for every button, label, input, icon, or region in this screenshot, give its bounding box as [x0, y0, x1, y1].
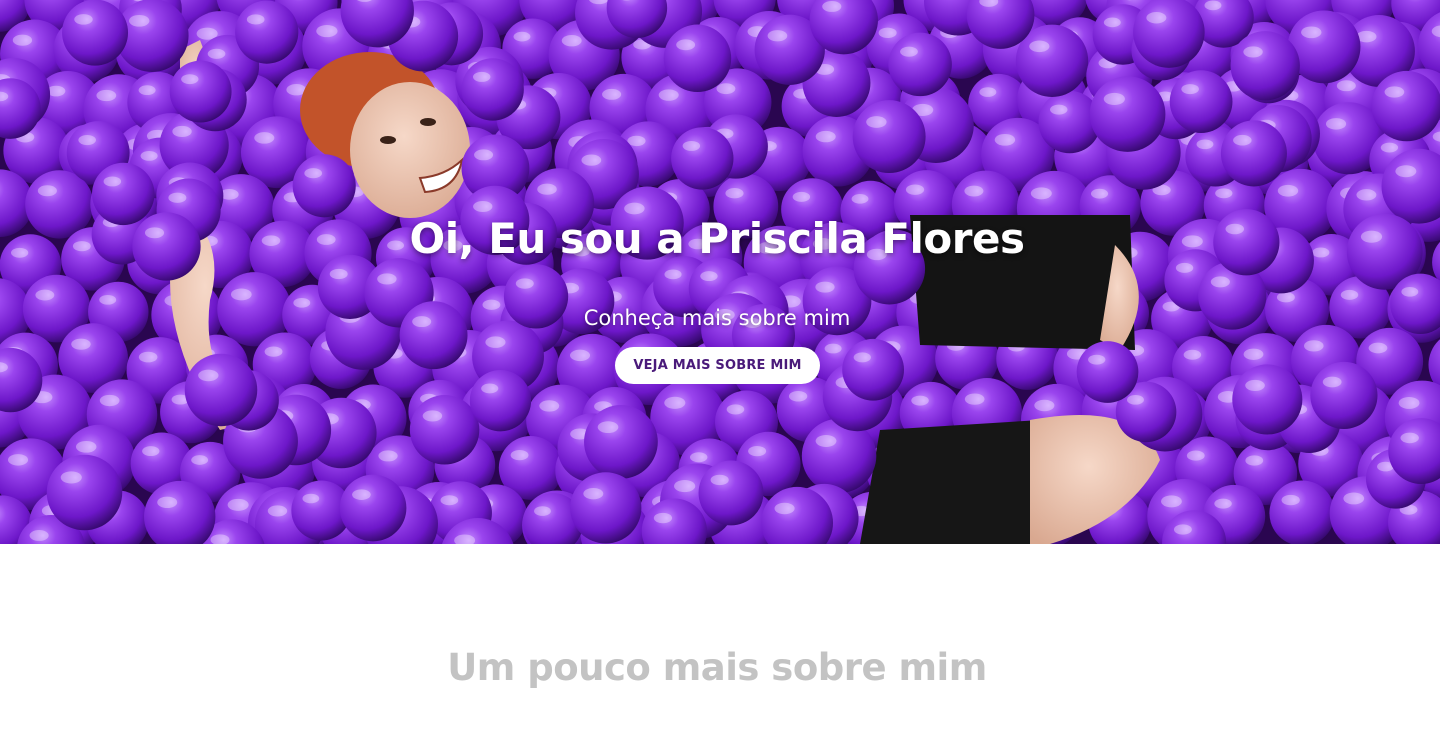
see-more-about-me-button[interactable]: VEJA MAIS SOBRE MIM — [615, 347, 820, 384]
hero-section: Oi, Eu sou a Priscila Flores Conheça mai… — [0, 0, 1440, 544]
hero-title: Oi, Eu sou a Priscila Flores — [409, 214, 1025, 263]
hero-background-image — [0, 0, 1440, 544]
about-section-heading: Um pouco mais sobre mim — [447, 646, 987, 689]
hero-subtitle: Conheça mais sobre mim — [583, 306, 851, 330]
